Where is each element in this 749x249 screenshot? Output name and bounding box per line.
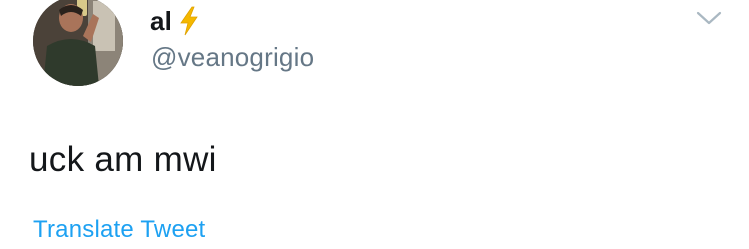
- profile-photo-image: [33, 0, 123, 86]
- tweet-card: al @veanogrigio uck am mwi Translate Twe…: [0, 0, 749, 249]
- user-handle[interactable]: @veanogrigio: [151, 42, 314, 73]
- lightning-bolt-icon: [178, 6, 200, 36]
- display-name[interactable]: al: [150, 6, 172, 37]
- display-name-row: al: [150, 6, 200, 36]
- chevron-down-icon[interactable]: [695, 8, 723, 28]
- tweet-text: uck am mwi: [29, 140, 217, 179]
- avatar[interactable]: [33, 0, 123, 86]
- translate-tweet-link[interactable]: Translate Tweet: [33, 216, 205, 244]
